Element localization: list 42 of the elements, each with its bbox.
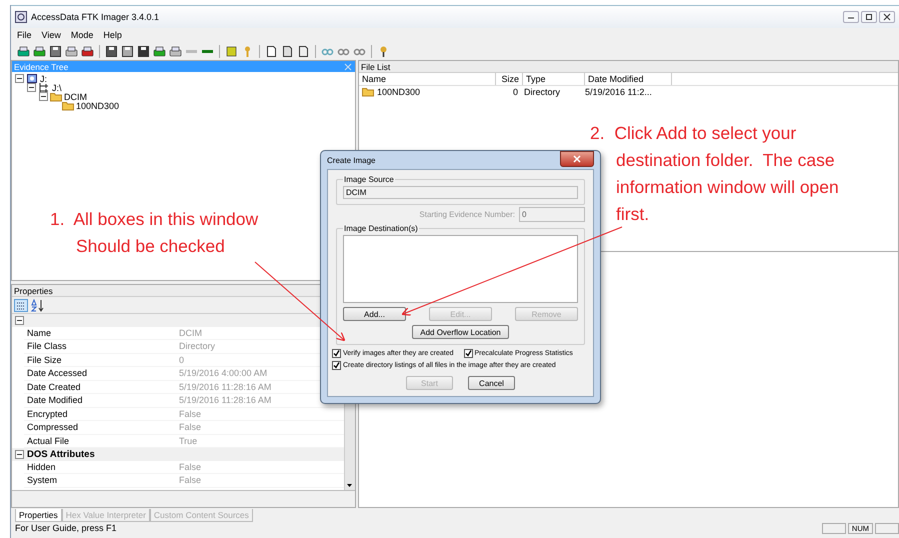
property-name: Actual File [26,436,70,446]
property-name: Compressed [26,422,80,432]
property-name: System [26,475,58,486]
property-name: Date Modified [26,395,84,406]
annotation-text: destination folder. The case [615,149,836,172]
property-name: File Size [26,354,63,365]
panel-title: Properties [14,286,53,296]
property-value: 0 [179,354,184,365]
property-value: Directory [179,341,216,352]
property-value: True [179,436,198,446]
status-text: For User Guide, press F1 [15,523,117,533]
property-value: False [179,408,202,419]
property-value: 5/19/2016 11:28:16 AM [179,382,272,392]
group-heading: DOS Attributes [27,448,95,460]
source-field: DCIM [343,186,578,199]
property-name: Encrypted [26,408,69,419]
property-value: False [179,462,202,472]
property-name: File Class [26,341,68,352]
group-label: Image Source [343,175,395,184]
property-value: DCIM [179,328,202,338]
property-value: False [179,422,202,432]
field-label: Starting Evidence Number: [419,210,515,219]
property-name: Date Created [26,382,82,392]
annotation-text: Should be checked [75,235,226,258]
annotation-text: 2. Click Add to select your [590,122,798,145]
table-cell: 5/19/2016 11:2... [585,87,652,97]
property-name: Hidden [26,462,57,472]
annotation-text: information window will open [615,176,839,199]
property-value: False [179,475,202,486]
property-name: Date Accessed [26,368,88,378]
annotation-text: first. [615,203,650,226]
panel-title: Evidence Tree [14,62,68,72]
window-title: AccessData FTK Imager 3.4.0.1 [31,12,160,22]
property-value: 5/19/2016 11:28:16 AM [179,395,272,406]
table-cell: Directory [524,87,560,97]
property-name: Name [26,328,52,338]
annotation-text: 1. All boxes in this window [50,208,258,231]
property-value: 5/19/2016 4:00:00 AM [179,368,268,378]
group-label: Image Destination(s) [343,224,419,233]
panel-title: File List [361,62,390,72]
dialog-title: Create Image [327,156,376,164]
table-cell: 0 [512,87,518,97]
